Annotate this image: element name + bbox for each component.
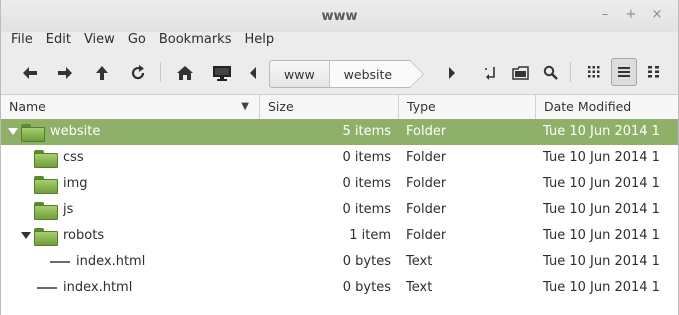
breadcrumb-www[interactable]: www [269,60,329,88]
text-file-icon [37,287,57,289]
minimize-button[interactable]: – [598,8,612,22]
compact-icon [648,66,659,78]
folder-icon [21,124,45,142]
list-icon [618,67,630,77]
table-row[interactable]: index.html 0 bytes Text Tue 10 Jun 2014 … [1,275,678,301]
file-list: website 5 items Folder Tue 10 Jun 2014 1… [1,119,678,315]
expander-icon[interactable] [21,232,31,239]
reload-icon[interactable] [126,61,150,85]
text-file-icon [50,261,70,263]
menu-bookmarks[interactable]: Bookmarks [159,32,232,48]
menu-help[interactable]: Help [244,32,274,48]
table-row[interactable]: website 5 items Folder Tue 10 Jun 2014 1 [1,119,678,145]
folder-icon [34,202,58,220]
menu-file[interactable]: File [11,32,33,48]
column-type[interactable]: Type [399,95,536,119]
icon-view-button[interactable] [581,58,607,86]
column-size[interactable]: Size [260,95,399,119]
toolbar: www website [1,48,678,95]
expander-icon[interactable] [8,128,18,135]
toolbar-separator [160,62,161,82]
menu-edit[interactable]: Edit [46,32,71,48]
titlebar[interactable]: www – + × [1,0,678,32]
toolbar-separator [570,62,571,82]
new-folder-icon[interactable] [509,61,533,85]
menu-go[interactable]: Go [128,32,146,48]
window-title: www [321,9,358,24]
folder-icon [34,176,58,194]
grid-icon [588,66,600,78]
maximize-button[interactable]: + [624,8,638,22]
table-row[interactable]: img 0 items Folder Tue 10 Jun 2014 1 [1,171,678,197]
up-icon[interactable] [90,61,114,85]
column-header: Name ▼ Size Type Date Modified [1,95,678,120]
forward-icon[interactable] [53,61,77,85]
breadcrumb: www website [269,60,425,88]
breadcrumb-right-arrow-icon[interactable] [440,61,464,85]
sort-down-icon: ▼ [241,101,249,112]
list-view-button[interactable] [611,58,637,86]
column-name[interactable]: Name ▼ [1,95,260,119]
table-row[interactable]: index.html 0 bytes Text Tue 10 Jun 2014 … [1,249,678,275]
table-row[interactable]: js 0 items Folder Tue 10 Jun 2014 1 [1,197,678,223]
close-button[interactable]: × [650,8,664,22]
file-manager-window: www – + × File Edit View Go Bookmarks He… [0,0,679,315]
column-date-modified[interactable]: Date Modified [536,95,678,119]
folder-icon [34,228,58,246]
search-icon[interactable] [539,61,563,85]
breadcrumb-website[interactable]: website [328,60,425,88]
breadcrumb-left-arrow-icon[interactable] [241,61,265,85]
menu-view[interactable]: View [84,32,115,48]
compact-view-button[interactable] [641,58,667,86]
folder-icon [34,150,58,168]
back-icon[interactable] [18,61,42,85]
table-row[interactable]: css 0 items Folder Tue 10 Jun 2014 1 [1,145,678,171]
home-icon[interactable] [173,61,197,85]
open-terminal-icon[interactable] [479,61,503,85]
computer-icon[interactable] [210,61,234,85]
menubar: File Edit View Go Bookmarks Help [1,32,678,48]
table-row[interactable]: robots 1 item Folder Tue 10 Jun 2014 1 [1,223,678,249]
